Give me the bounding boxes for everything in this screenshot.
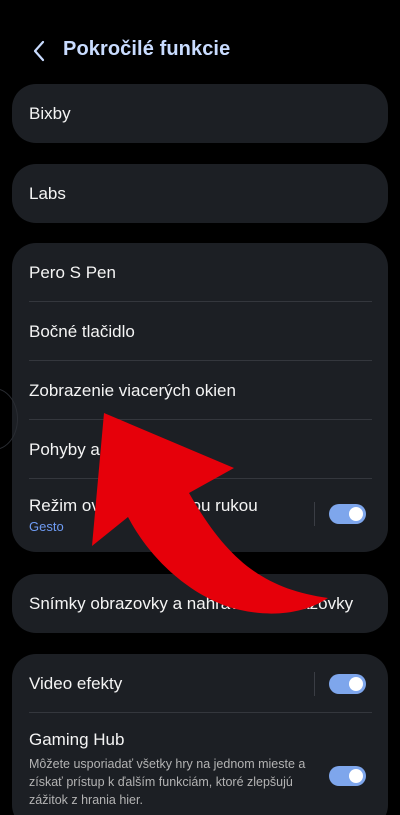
setting-label: Pero S Pen	[29, 262, 116, 282]
setting-label: Video efekty	[29, 673, 123, 693]
card-labs: Labs	[12, 164, 388, 223]
setting-screenshots[interactable]: Snímky obrazovky a nahrávanie obrazovky	[12, 574, 388, 633]
header: Pokročilé funkcie	[0, 28, 400, 74]
setting-gaming-hub[interactable]: Gaming Hub Môžete usporiadať všetky hry …	[12, 713, 388, 815]
setting-sublabel: Gesto	[29, 519, 64, 534]
page-title: Pokročilé funkcie	[63, 38, 231, 60]
toggle-knob	[349, 769, 363, 783]
setting-label: Labs	[29, 183, 66, 203]
setting-s-pen[interactable]: Pero S Pen	[12, 243, 388, 302]
card-advanced-group: Pero S Pen Bočné tlačidlo Zobrazenie via…	[12, 243, 388, 552]
setting-label: Bixby	[29, 103, 71, 123]
setting-side-button[interactable]: Bočné tlačidlo	[12, 302, 388, 361]
setting-multi-window[interactable]: Zobrazenie viacerých okien	[12, 361, 388, 420]
setting-motions-gestures[interactable]: Pohyby a gestá	[12, 420, 388, 479]
setting-label: Snímky obrazovky a nahrávanie obrazovky	[29, 593, 354, 613]
setting-description: Môžete usporiadať všetky hry na jednom m…	[29, 757, 306, 807]
toggle-knob	[349, 507, 363, 521]
setting-labs[interactable]: Labs	[12, 164, 388, 223]
toggle-knob	[349, 676, 363, 691]
vertical-divider	[314, 502, 315, 526]
toggle-wrap	[329, 766, 366, 786]
setting-label: Režim ovládania jednou rukou	[29, 496, 258, 515]
setting-bixby[interactable]: Bixby	[12, 84, 388, 143]
setting-video-effects[interactable]: Video efekty	[12, 654, 388, 713]
card-bottom-group: Video efekty Gaming Hub Môžete usporiada…	[12, 654, 388, 815]
gaming-hub-toggle[interactable]	[329, 766, 366, 786]
setting-label: Pohyby a gestá	[29, 439, 147, 459]
card-bixby: Bixby	[12, 84, 388, 143]
vertical-divider	[314, 671, 315, 696]
setting-one-handed-mode[interactable]: Režim ovládania jednou rukou Gesto	[12, 479, 388, 549]
card-screenshots: Snímky obrazovky a nahrávanie obrazovky	[12, 574, 388, 633]
toggle-wrap	[314, 502, 366, 526]
setting-label: Gaming Hub	[29, 730, 125, 749]
setting-label: Zobrazenie viacerých okien	[29, 380, 236, 400]
one-handed-mode-toggle[interactable]	[329, 504, 366, 524]
screen: Pokročilé funkcie Bixby Labs Pero S Pen …	[0, 0, 400, 815]
toggle-wrap	[314, 671, 366, 696]
video-effects-toggle[interactable]	[329, 673, 366, 694]
chevron-left-icon	[33, 40, 45, 62]
setting-label: Bočné tlačidlo	[29, 321, 135, 341]
back-button[interactable]	[26, 36, 52, 66]
